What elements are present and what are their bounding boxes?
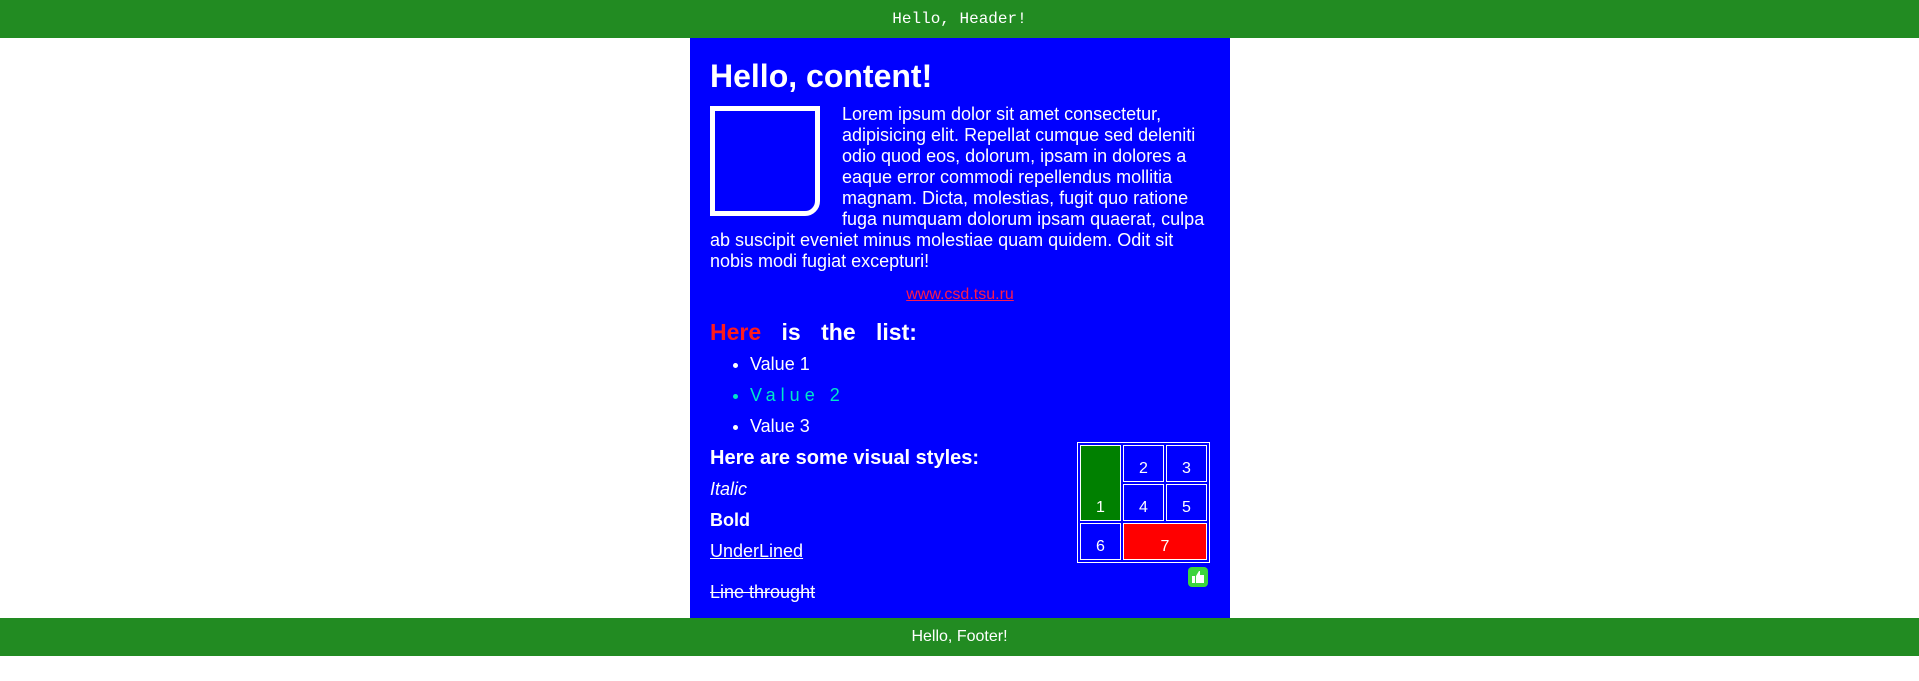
grid-cell: 6 (1080, 523, 1121, 560)
grid-cell: 4 (1123, 484, 1164, 521)
rounded-square-image (710, 106, 820, 216)
list-title-rest: is the list: (781, 319, 917, 345)
content-panel: Hello, content! Lorem ipsum dolor sit am… (690, 38, 1230, 618)
list-title-highlight: Here (710, 319, 762, 345)
list-item: Value 2 (750, 385, 1210, 406)
header-text: Hello, Header! (892, 10, 1027, 28)
link-container: www.csd.tsu.ru (710, 286, 1210, 304)
line-through-text: Line throught (710, 582, 816, 602)
number-grid-table: 1 2 3 4 5 6 7 (1077, 442, 1210, 563)
visual-styles-section: Here are some visual styles: Italic Bold… (710, 442, 1210, 603)
grid-cell: 2 (1123, 445, 1164, 482)
value-list: Value 1 Value 2 Value 3 (710, 354, 1210, 437)
grid-cell: 5 (1166, 484, 1207, 521)
page-footer: Hello, Footer! (0, 618, 1919, 656)
grid-cell: 3 (1166, 445, 1207, 482)
grid-cell: 1 (1080, 445, 1121, 521)
footer-text: Hello, Footer! (911, 628, 1008, 645)
list-item: Value 1 (750, 354, 1210, 375)
csd-link[interactable]: www.csd.tsu.ru (906, 286, 1014, 303)
thumbs-up-icon[interactable] (1188, 567, 1208, 587)
content-title: Hello, content! (710, 58, 933, 94)
list-title: Here is the list: (710, 318, 1210, 346)
list-item: Value 3 (750, 416, 1210, 437)
page-header: Hello, Header! (0, 0, 1919, 38)
grid-cell: 7 (1123, 523, 1207, 560)
